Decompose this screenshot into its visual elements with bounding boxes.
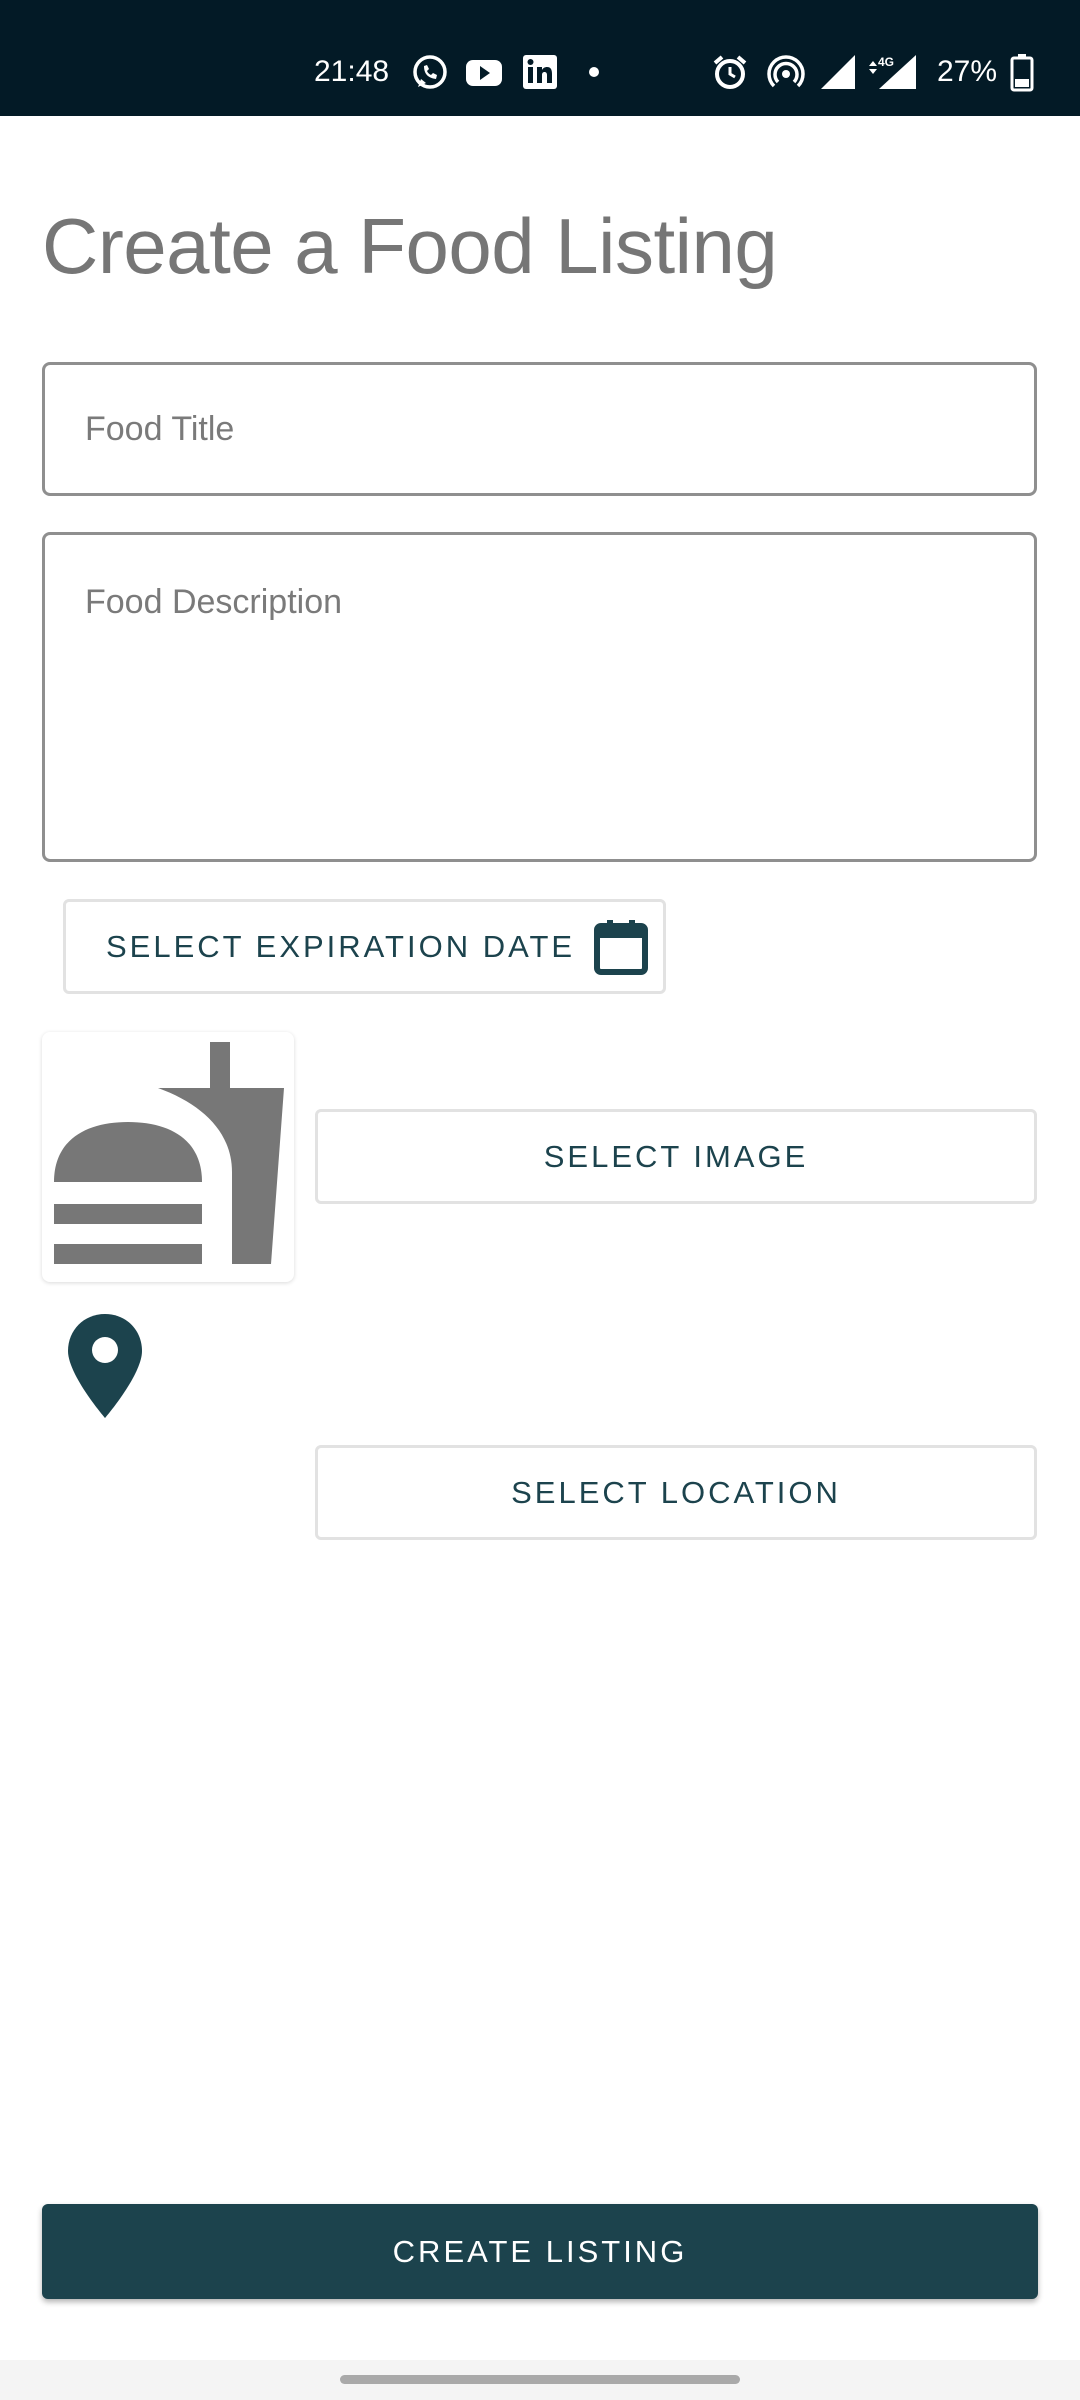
select-expiration-date-button[interactable]: SELECT EXPIRATION DATE bbox=[63, 899, 666, 994]
create-listing-button[interactable]: CREATE LISTING bbox=[42, 2204, 1038, 2299]
linkedin-icon bbox=[523, 55, 557, 89]
youtube-icon bbox=[466, 60, 502, 86]
select-expiration-date-label: SELECT EXPIRATION DATE bbox=[106, 928, 576, 964]
food-image-preview bbox=[42, 1032, 294, 1282]
select-location-button[interactable]: SELECT LOCATION bbox=[315, 1445, 1037, 1540]
home-indicator[interactable] bbox=[340, 2375, 740, 2384]
food-title-field bbox=[42, 362, 1037, 496]
signal-4g-icon: 4G bbox=[869, 55, 916, 89]
whatsapp-icon bbox=[413, 55, 447, 89]
food-description-input[interactable] bbox=[45, 535, 1034, 855]
status-time: 21:48 bbox=[314, 55, 390, 88]
calendar-icon bbox=[594, 919, 649, 975]
dot-icon bbox=[589, 67, 599, 77]
alarm-icon bbox=[713, 55, 747, 89]
select-location-label: SELECT LOCATION bbox=[511, 1474, 841, 1510]
food-description-field bbox=[42, 532, 1037, 862]
create-listing-label: CREATE LISTING bbox=[392, 2233, 688, 2269]
location-pin-icon bbox=[68, 1314, 142, 1418]
hotspot-icon bbox=[767, 55, 805, 88]
select-image-label: SELECT IMAGE bbox=[543, 1138, 809, 1174]
page-title: Create a Food Listing bbox=[42, 202, 778, 290]
signal-icon bbox=[821, 55, 855, 89]
fastfood-icon bbox=[54, 1042, 284, 1264]
food-title-input[interactable] bbox=[45, 365, 1034, 493]
select-image-button[interactable]: SELECT IMAGE bbox=[315, 1109, 1037, 1204]
battery-percentage: 27% bbox=[937, 55, 998, 88]
battery-icon bbox=[1010, 54, 1034, 92]
network-type-label: 4G bbox=[878, 55, 894, 69]
status-bar: 21:48 4G 27% bbox=[0, 0, 1080, 116]
